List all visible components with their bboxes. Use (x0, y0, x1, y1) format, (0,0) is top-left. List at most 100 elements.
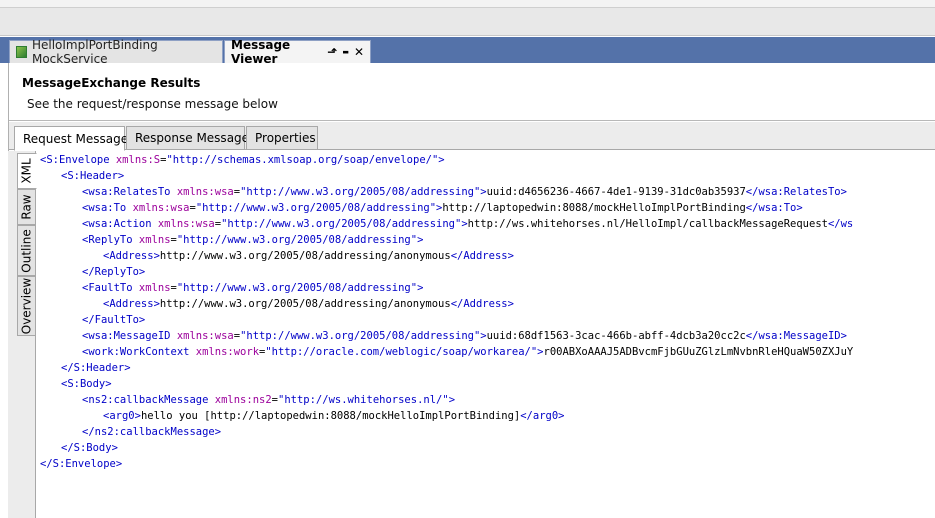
xml-token: r00ABXoAAAJ5ADBvcmFjbGUuZGlzLmNvbnRleHQu… (543, 346, 854, 358)
tab-xml-label: XML (20, 158, 35, 184)
xml-token: http://ws.whitehorses.nl/HelloImpl/callb… (467, 218, 828, 230)
tab-overview[interactable]: Overview (17, 276, 36, 336)
tab-message-viewer[interactable]: Message Viewer ⬏ ▬ ✕ (224, 38, 371, 66)
xml-line: <wsa:RelatesTo xmlns:wsa="http://www.w3.… (82, 184, 847, 200)
xml-line: <work:WorkContext xmlns:work="http://ora… (82, 344, 853, 360)
xml-token: <work:WorkContext (82, 346, 196, 358)
xml-token: <wsa:MessageID (82, 330, 177, 342)
tab-properties[interactable]: Properties (246, 126, 318, 150)
xml-token: > (438, 154, 445, 166)
xml-token: xmlns:wsa (176, 330, 234, 342)
tab-response-message[interactable]: Response Message (126, 126, 249, 150)
tab-mock-service-label: HelloImplPortBinding MockService (31, 38, 158, 66)
xml-line: <S:Body> (61, 376, 112, 392)
xml-token: </FaultTo> (82, 314, 146, 326)
xml-token: </S:Header> (61, 362, 131, 374)
xml-line: <Address>http://www.w3.org/2005/08/addre… (103, 248, 514, 264)
xml-line: <wsa:MessageID xmlns:wsa="http://www.w3.… (82, 328, 847, 344)
xml-line: <Address>http://www.w3.org/2005/08/addre… (103, 296, 514, 312)
close-icon[interactable]: ✕ (354, 45, 364, 59)
tab-request-message[interactable]: Request Message (14, 126, 128, 151)
xml-line: <ns2:callbackMessage xmlns:ns2="http://w… (82, 392, 455, 408)
xml-token: </wsa:MessageID> (745, 330, 847, 342)
xml-token: </ns2:callbackMessage> (82, 426, 222, 438)
xml-token: </Address> (450, 298, 514, 310)
xml-line: </ReplyTo> (82, 264, 145, 280)
xml-token: xmlns:ns2 (214, 394, 272, 406)
tab-outline-label: Outline (19, 228, 34, 273)
xml-token: xmlns (138, 282, 171, 294)
xml-token: xmlns (138, 234, 171, 246)
xml-token: <FaultTo (82, 282, 139, 294)
xml-line: <wsa:Action xmlns:wsa="http://www.w3.org… (82, 216, 853, 232)
xml-token: uuid:68df1563-3cac-466b-abff-4dcb3a20cc2… (486, 330, 746, 342)
editor-tab-bar: HelloImplPortBinding MockService Message… (0, 37, 935, 66)
xml-token: "http://www.w3.org/2005/08/addressing" (195, 202, 437, 214)
xml-line: </FaultTo> (82, 312, 145, 328)
tab-raw[interactable]: Raw (17, 189, 36, 225)
xml-token: xmlns:wsa (176, 186, 234, 198)
tab-xml[interactable]: XML (17, 153, 37, 189)
tab-mock-service[interactable]: HelloImplPortBinding MockService (9, 38, 223, 66)
page-subtitle: See the request/response message below (27, 97, 278, 111)
xml-token: <Address> (103, 298, 160, 310)
xml-token: </wsa:To> (745, 202, 803, 214)
xml-token: "http://www.w3.org/2005/08/addressing" (240, 330, 481, 342)
xml-line: </ns2:callbackMessage> (82, 424, 221, 440)
xml-token: <S:Header> (61, 170, 125, 182)
minimize-icon[interactable]: ▬ (342, 48, 349, 56)
xml-token: <Address> (103, 250, 160, 262)
xml-token: xmlns:work (195, 346, 260, 358)
tab-overview-label: Overview (19, 277, 34, 335)
xml-token: "http://oracle.com/weblogic/soap/workare… (265, 346, 538, 358)
xml-line: <arg0>hello you [http://laptopedwin:8088… (103, 408, 565, 424)
xml-token: "http://www.w3.org/2005/08/addressing" (240, 186, 481, 198)
xml-token: > (448, 394, 456, 406)
results-header: MessageExchange Results See the request/… (9, 63, 935, 121)
xml-token: <wsa:RelatesTo (82, 186, 177, 198)
xml-token: xmlns:S (115, 154, 161, 166)
xml-token: </ReplyTo> (82, 266, 146, 278)
xml-token: http://laptopedwin:8088/mockHelloImplPor… (442, 202, 746, 214)
top-toolbar (0, 0, 935, 36)
xml-content-area[interactable]: <S:Envelope xmlns:S="http://schemas.xmls… (37, 151, 935, 518)
xml-token: xmlns:wsa (132, 202, 190, 214)
xml-token: <ReplyTo (82, 234, 139, 246)
xml-token: "http://www.w3.org/2005/08/addressing" (176, 234, 418, 246)
xml-token: > (417, 234, 424, 246)
xml-token: > (417, 282, 424, 294)
xml-line: </S:Envelope> (40, 456, 122, 472)
xml-line: <FaultTo xmlns="http://www.w3.org/2005/0… (82, 280, 423, 296)
xml-token: xmlns:wsa (157, 218, 215, 230)
tab-outline[interactable]: Outline (17, 225, 36, 276)
xml-token: "http://schemas.xmlsoap.org/soap/envelop… (166, 154, 439, 166)
xml-token: "http://ws.whitehorses.nl/" (278, 394, 449, 406)
mock-service-icon (16, 46, 27, 58)
xml-token: <wsa:To (82, 202, 133, 214)
xml-token: </S:Envelope> (40, 458, 123, 470)
xml-token: </wsa:RelatesTo> (745, 186, 847, 198)
xml-token: <wsa:Action (82, 218, 158, 230)
xml-token: hello you [http://laptopedwin:8088/mockH… (140, 410, 521, 422)
view-tab-bar: XML Raw Outline Overview (8, 151, 37, 518)
xml-token: </S:Body> (61, 442, 118, 454)
xml-token: <arg0> (103, 410, 141, 422)
xml-line: <S:Header> (61, 168, 124, 184)
xml-line: <wsa:To xmlns:wsa="http://www.w3.org/200… (82, 200, 803, 216)
xml-line: <S:Envelope xmlns:S="http://schemas.xmls… (40, 152, 445, 168)
xml-line: </S:Header> (61, 360, 131, 376)
xml-token: "http://www.w3.org/2005/08/addressing" (221, 218, 462, 230)
xml-token: </ws (827, 218, 854, 230)
tab-raw-label: Raw (19, 194, 34, 220)
pin-icon[interactable]: ⬏ (327, 45, 337, 59)
message-tab-bar: Request Message Response Message Propert… (9, 122, 935, 151)
xml-line: </S:Body> (61, 440, 118, 456)
xml-token: </arg0> (520, 410, 565, 422)
xml-token: http://www.w3.org/2005/08/addressing/ano… (159, 298, 451, 310)
xml-token: <S:Envelope (40, 154, 116, 166)
xml-token: <ns2:callbackMessage (82, 394, 215, 406)
toolbar-stripe (0, 0, 935, 8)
tab-message-viewer-label: Message Viewer (231, 38, 291, 66)
page-title: MessageExchange Results (22, 76, 201, 90)
xml-token: http://www.w3.org/2005/08/addressing/ano… (159, 250, 451, 262)
